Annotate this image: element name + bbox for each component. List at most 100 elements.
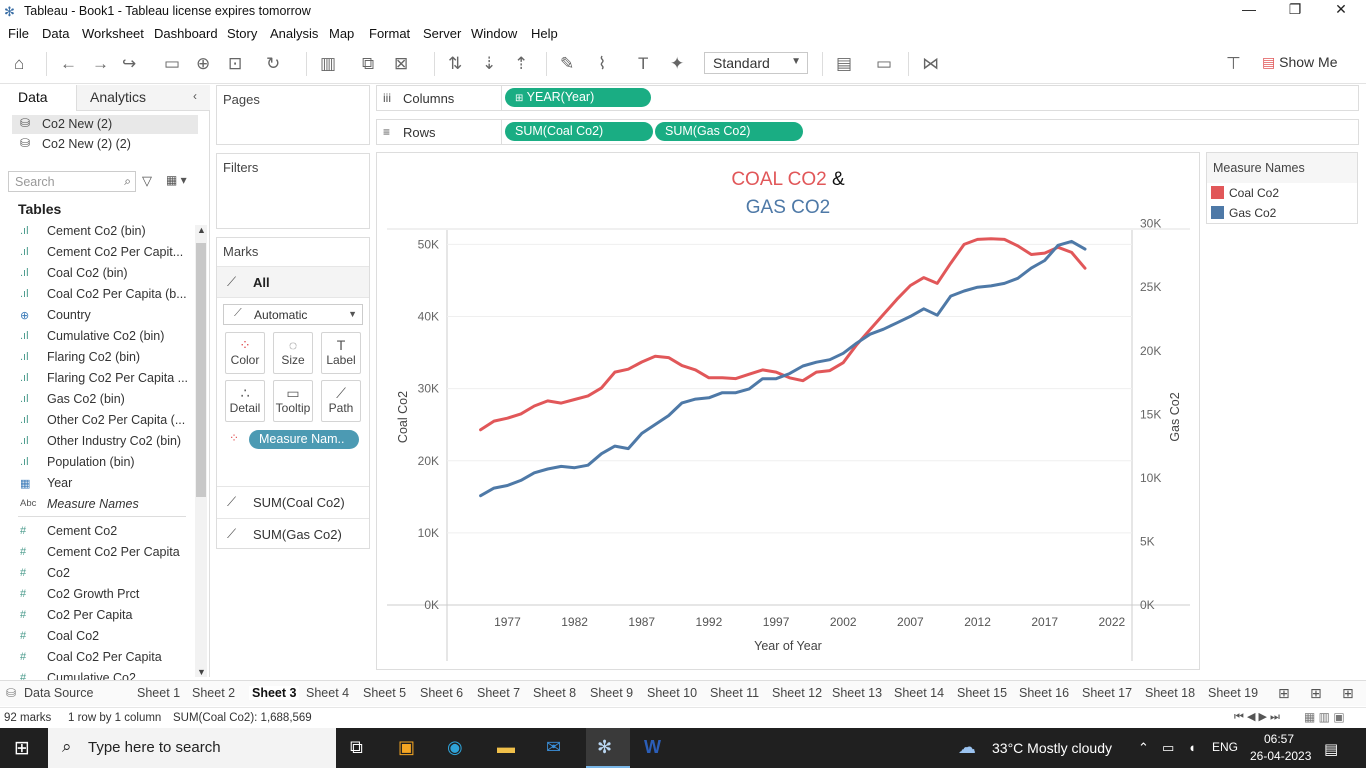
- menu-server[interactable]: Server: [423, 26, 461, 41]
- menu-help[interactable]: Help: [531, 26, 558, 41]
- field-dimension[interactable]: .ıl Coal Co2 Per Capita (b...: [18, 285, 187, 305]
- data-pane-scrollbar[interactable]: ▲ ▼: [195, 225, 207, 677]
- field-measure[interactable]: # Cement Co2 Per Capita: [18, 543, 186, 563]
- new-worksheet-icon[interactable]: ⊞: [1278, 685, 1290, 702]
- task-view-icon[interactable]: ⧉: [350, 737, 363, 758]
- sheet-tab[interactable]: Sheet 12: [772, 686, 822, 700]
- pin-icon[interactable]: ✦: [670, 54, 684, 74]
- menu-window[interactable]: Window: [471, 26, 517, 41]
- datasource-item[interactable]: ⛁ Co2 New (2): [12, 115, 198, 134]
- refresh-icon[interactable]: ↻: [266, 54, 280, 74]
- field-dimension[interactable]: ▦ Year: [18, 474, 186, 494]
- field-dimension[interactable]: ⊕ Country: [18, 306, 186, 326]
- view-options-icon[interactable]: ▦ ▾: [166, 173, 187, 187]
- gas-co2-line[interactable]: [479, 239, 1087, 498]
- format-paint-icon[interactable]: ⊤: [1226, 54, 1241, 74]
- minimize-button[interactable]: —: [1226, 1, 1272, 21]
- field-dimension[interactable]: .ıl Cement Co2 Per Capit...: [18, 243, 186, 263]
- field-dimension[interactable]: .ıl Population (bin): [18, 453, 186, 473]
- clock-date[interactable]: 26-04-2023: [1250, 749, 1311, 763]
- sheet-tab[interactable]: Sheet 13: [832, 686, 882, 700]
- menu-story[interactable]: Story: [227, 26, 257, 41]
- fit-mode-select[interactable]: Standard ▼: [704, 52, 808, 74]
- sheet-tab[interactable]: Sheet 19: [1208, 686, 1258, 700]
- volume-icon[interactable]: ◖: [1188, 740, 1196, 755]
- new-story-icon[interactable]: ⊞: [1342, 685, 1354, 702]
- menu-file[interactable]: File: [8, 26, 29, 41]
- detail-button[interactable]: ∴ Detail: [225, 380, 265, 422]
- tray-chevron-icon[interactable]: ⌃: [1138, 740, 1149, 756]
- sheet-tab[interactable]: Sheet 14: [894, 686, 944, 700]
- home-icon[interactable]: ⌂: [14, 54, 24, 74]
- columns-shelf[interactable]: iii Columns ⊞ YEAR(Year): [376, 85, 1359, 111]
- pause-updates-icon[interactable]: ⊡: [228, 54, 242, 74]
- pages-shelf[interactable]: Pages: [216, 85, 370, 145]
- gas-co2-pill[interactable]: SUM(Gas Co2): [655, 122, 803, 141]
- legend-item-gas[interactable]: Gas Co2: [1211, 206, 1276, 222]
- field-dimension[interactable]: .ıl Coal Co2 (bin): [18, 264, 186, 284]
- weather-text[interactable]: 33°C Mostly cloudy: [992, 740, 1112, 756]
- marks-section-gas[interactable]: ⟋ SUM(Gas Co2): [217, 518, 369, 550]
- view-toggle-icons[interactable]: ▦ ▥ ▣: [1304, 710, 1345, 724]
- field-dimension[interactable]: Abc Measure Names: [18, 495, 186, 515]
- menu-format[interactable]: Format: [369, 26, 410, 41]
- sheet-tab[interactable]: Sheet 7: [477, 686, 520, 700]
- legend-item-coal[interactable]: Coal Co2: [1211, 186, 1279, 202]
- scroll-down-icon[interactable]: ▼: [197, 667, 206, 677]
- save-icon[interactable]: ▭: [164, 54, 180, 74]
- scroll-up-icon[interactable]: ▲: [197, 225, 206, 235]
- rows-shelf[interactable]: ≡ Rows SUM(Coal Co2) SUM(Gas Co2): [376, 119, 1359, 145]
- field-dimension[interactable]: .ıl Flaring Co2 Per Capita ...: [18, 369, 188, 389]
- field-dimension[interactable]: .ıl Other Industry Co2 (bin): [18, 432, 186, 452]
- sheet-tab[interactable]: Sheet 3: [249, 686, 300, 700]
- network-icon[interactable]: ▭: [1162, 740, 1174, 756]
- year-pill[interactable]: ⊞ YEAR(Year): [505, 88, 651, 107]
- filter-icon[interactable]: ▽: [142, 173, 152, 189]
- menu-data[interactable]: Data: [42, 26, 69, 41]
- color-button[interactable]: ⁘ Color: [225, 332, 265, 374]
- sort-asc-icon[interactable]: ⇣: [482, 54, 496, 74]
- field-measure[interactable]: # Co2: [18, 564, 186, 584]
- tooltip-button[interactable]: ▭ Tooltip: [273, 380, 313, 422]
- sheet-tab[interactable]: Sheet 15: [957, 686, 1007, 700]
- field-dimension[interactable]: .ıl Gas Co2 (bin): [18, 390, 186, 410]
- redo-icon[interactable]: →: [92, 54, 109, 74]
- sheet-tab[interactable]: Sheet 5: [363, 686, 406, 700]
- sheet-tab[interactable]: Sheet 1: [137, 686, 180, 700]
- taskbar-search[interactable]: ⌕ Type here to search: [48, 728, 336, 768]
- swap-icon[interactable]: ⇅: [448, 54, 462, 74]
- file-explorer-icon[interactable]: ▬: [497, 737, 515, 758]
- close-button[interactable]: ✕: [1318, 1, 1364, 21]
- group-icon[interactable]: ⌇: [598, 54, 606, 74]
- new-worksheet-icon[interactable]: ▥: [320, 54, 336, 74]
- new-datasource-icon[interactable]: ⊕: [196, 54, 210, 74]
- restore-button[interactable]: ❐: [1272, 1, 1318, 21]
- field-measure[interactable]: # Coal Co2 Per Capita: [18, 648, 186, 668]
- language-indicator[interactable]: ENG: [1212, 740, 1238, 754]
- field-dimension[interactable]: .ıl Flaring Co2 (bin): [18, 348, 186, 368]
- measure-names-color-pill[interactable]: Measure Nam..: [249, 430, 359, 449]
- sheet-tab[interactable]: Sheet 17: [1082, 686, 1132, 700]
- coal-co2-line[interactable]: [479, 237, 1087, 432]
- sheet-tab[interactable]: Sheet 4: [306, 686, 349, 700]
- mark-type-select[interactable]: ⟋ Automatic ▼: [223, 304, 363, 325]
- field-measure[interactable]: # Coal Co2: [18, 627, 186, 647]
- filters-shelf[interactable]: Filters: [216, 153, 370, 229]
- field-measure[interactable]: # Cement Co2: [18, 522, 186, 542]
- windows-start-icon[interactable]: ⊞: [14, 737, 30, 760]
- store-icon[interactable]: ▣: [398, 737, 415, 758]
- menu-worksheet[interactable]: Worksheet: [82, 26, 144, 41]
- field-dimension[interactable]: .ıl Other Co2 Per Capita (...: [18, 411, 186, 431]
- clear-sheet-icon[interactable]: ⊠: [394, 54, 408, 74]
- label-button[interactable]: T Label: [321, 332, 361, 374]
- marks-all-row[interactable]: ⟋ All: [217, 266, 369, 298]
- size-button[interactable]: ◌ Size: [273, 332, 313, 374]
- tab-data-source[interactable]: Data Source: [24, 686, 93, 700]
- field-measure[interactable]: # Co2 Per Capita: [18, 606, 186, 626]
- sort-desc-icon[interactable]: ⇡: [514, 54, 528, 74]
- mail-icon[interactable]: ✉: [546, 737, 561, 758]
- duplicate-sheet-icon[interactable]: ⧉: [362, 54, 374, 74]
- show-cards-icon[interactable]: ▤: [836, 54, 852, 74]
- clock-time[interactable]: 06:57: [1264, 732, 1294, 746]
- undo-icon[interactable]: ←: [60, 54, 77, 74]
